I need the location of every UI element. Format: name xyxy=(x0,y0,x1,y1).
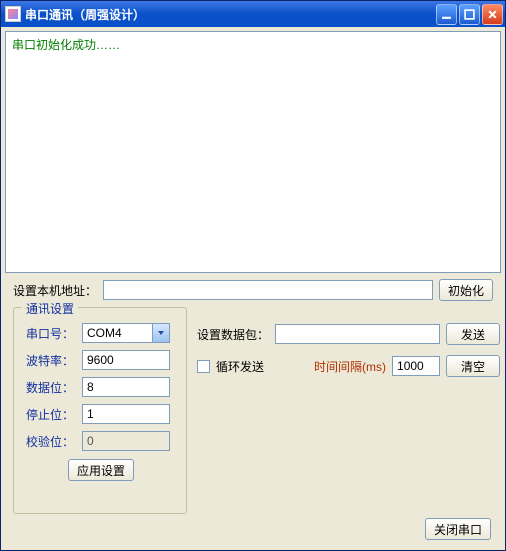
stopbits-input[interactable] xyxy=(82,404,170,424)
databits-input[interactable] xyxy=(82,377,170,397)
address-input[interactable] xyxy=(103,280,433,300)
close-port-button[interactable]: 关闭串口 xyxy=(425,518,491,540)
init-button[interactable]: 初始化 xyxy=(439,279,493,301)
loop-row: 循环发送 时间间隔(ms) 清空 xyxy=(197,355,500,377)
close-button[interactable] xyxy=(482,4,503,25)
parity-label: 校验位： xyxy=(26,433,76,450)
title-bar: 串口通讯（周强设计） xyxy=(1,1,505,27)
log-text: 串口初始化成功…… xyxy=(12,38,120,52)
stopbits-label: 停止位： xyxy=(26,406,76,423)
loop-label: 循环发送 xyxy=(216,358,264,375)
minimize-button[interactable] xyxy=(436,4,457,25)
interval-input[interactable] xyxy=(392,356,440,376)
port-row: 串口号： COM4 xyxy=(26,323,176,343)
app-icon xyxy=(5,6,21,22)
send-button[interactable]: 发送 xyxy=(446,323,500,345)
databits-label: 数据位： xyxy=(26,379,76,396)
packet-label: 设置数据包： xyxy=(197,326,269,343)
window-title: 串口通讯（周强设计） xyxy=(25,6,436,23)
parity-row: 校验位： xyxy=(26,431,176,451)
baud-label: 波特率： xyxy=(26,352,76,369)
loop-checkbox[interactable] xyxy=(197,360,210,373)
right-pane: 设置数据包： 发送 循环发送 时间间隔(ms) 清空 xyxy=(197,307,500,514)
apply-row: 应用设置 xyxy=(26,459,176,481)
minimize-icon xyxy=(441,9,452,20)
close-icon xyxy=(487,9,498,20)
comm-settings-panel: 通讯设置 串口号： COM4 波特率： 数据位： xyxy=(13,307,187,514)
parity-input xyxy=(82,431,170,451)
stopbits-row: 停止位： xyxy=(26,404,176,424)
app-window: 串口通讯（周强设计） 串口初始化成功…… 设置本机地址： 初始化 xyxy=(0,0,506,551)
log-output[interactable]: 串口初始化成功…… xyxy=(5,31,501,273)
maximize-button[interactable] xyxy=(459,4,480,25)
window-controls xyxy=(436,4,503,25)
address-label: 设置本机地址： xyxy=(13,282,97,299)
packet-row: 设置数据包： 发送 xyxy=(197,323,500,345)
footer-row: 关闭串口 xyxy=(5,518,501,546)
baud-row: 波特率： xyxy=(26,350,176,370)
chevron-down-icon xyxy=(152,324,169,342)
databits-row: 数据位： xyxy=(26,377,176,397)
port-label: 串口号： xyxy=(26,325,76,342)
packet-input[interactable] xyxy=(275,324,440,344)
port-value: COM4 xyxy=(87,326,152,340)
baud-input[interactable] xyxy=(82,350,170,370)
address-row: 设置本机地址： 初始化 xyxy=(5,273,501,305)
apply-settings-button[interactable]: 应用设置 xyxy=(68,459,134,481)
maximize-icon xyxy=(464,9,475,20)
client-area: 串口初始化成功…… 设置本机地址： 初始化 通讯设置 串口号： COM4 xyxy=(3,29,503,548)
clear-button[interactable]: 清空 xyxy=(446,355,500,377)
lower-section: 通讯设置 串口号： COM4 波特率： 数据位： xyxy=(5,305,501,518)
comm-settings-legend: 通讯设置 xyxy=(22,300,78,317)
port-select[interactable]: COM4 xyxy=(82,323,170,343)
interval-label: 时间间隔(ms) xyxy=(314,358,386,375)
